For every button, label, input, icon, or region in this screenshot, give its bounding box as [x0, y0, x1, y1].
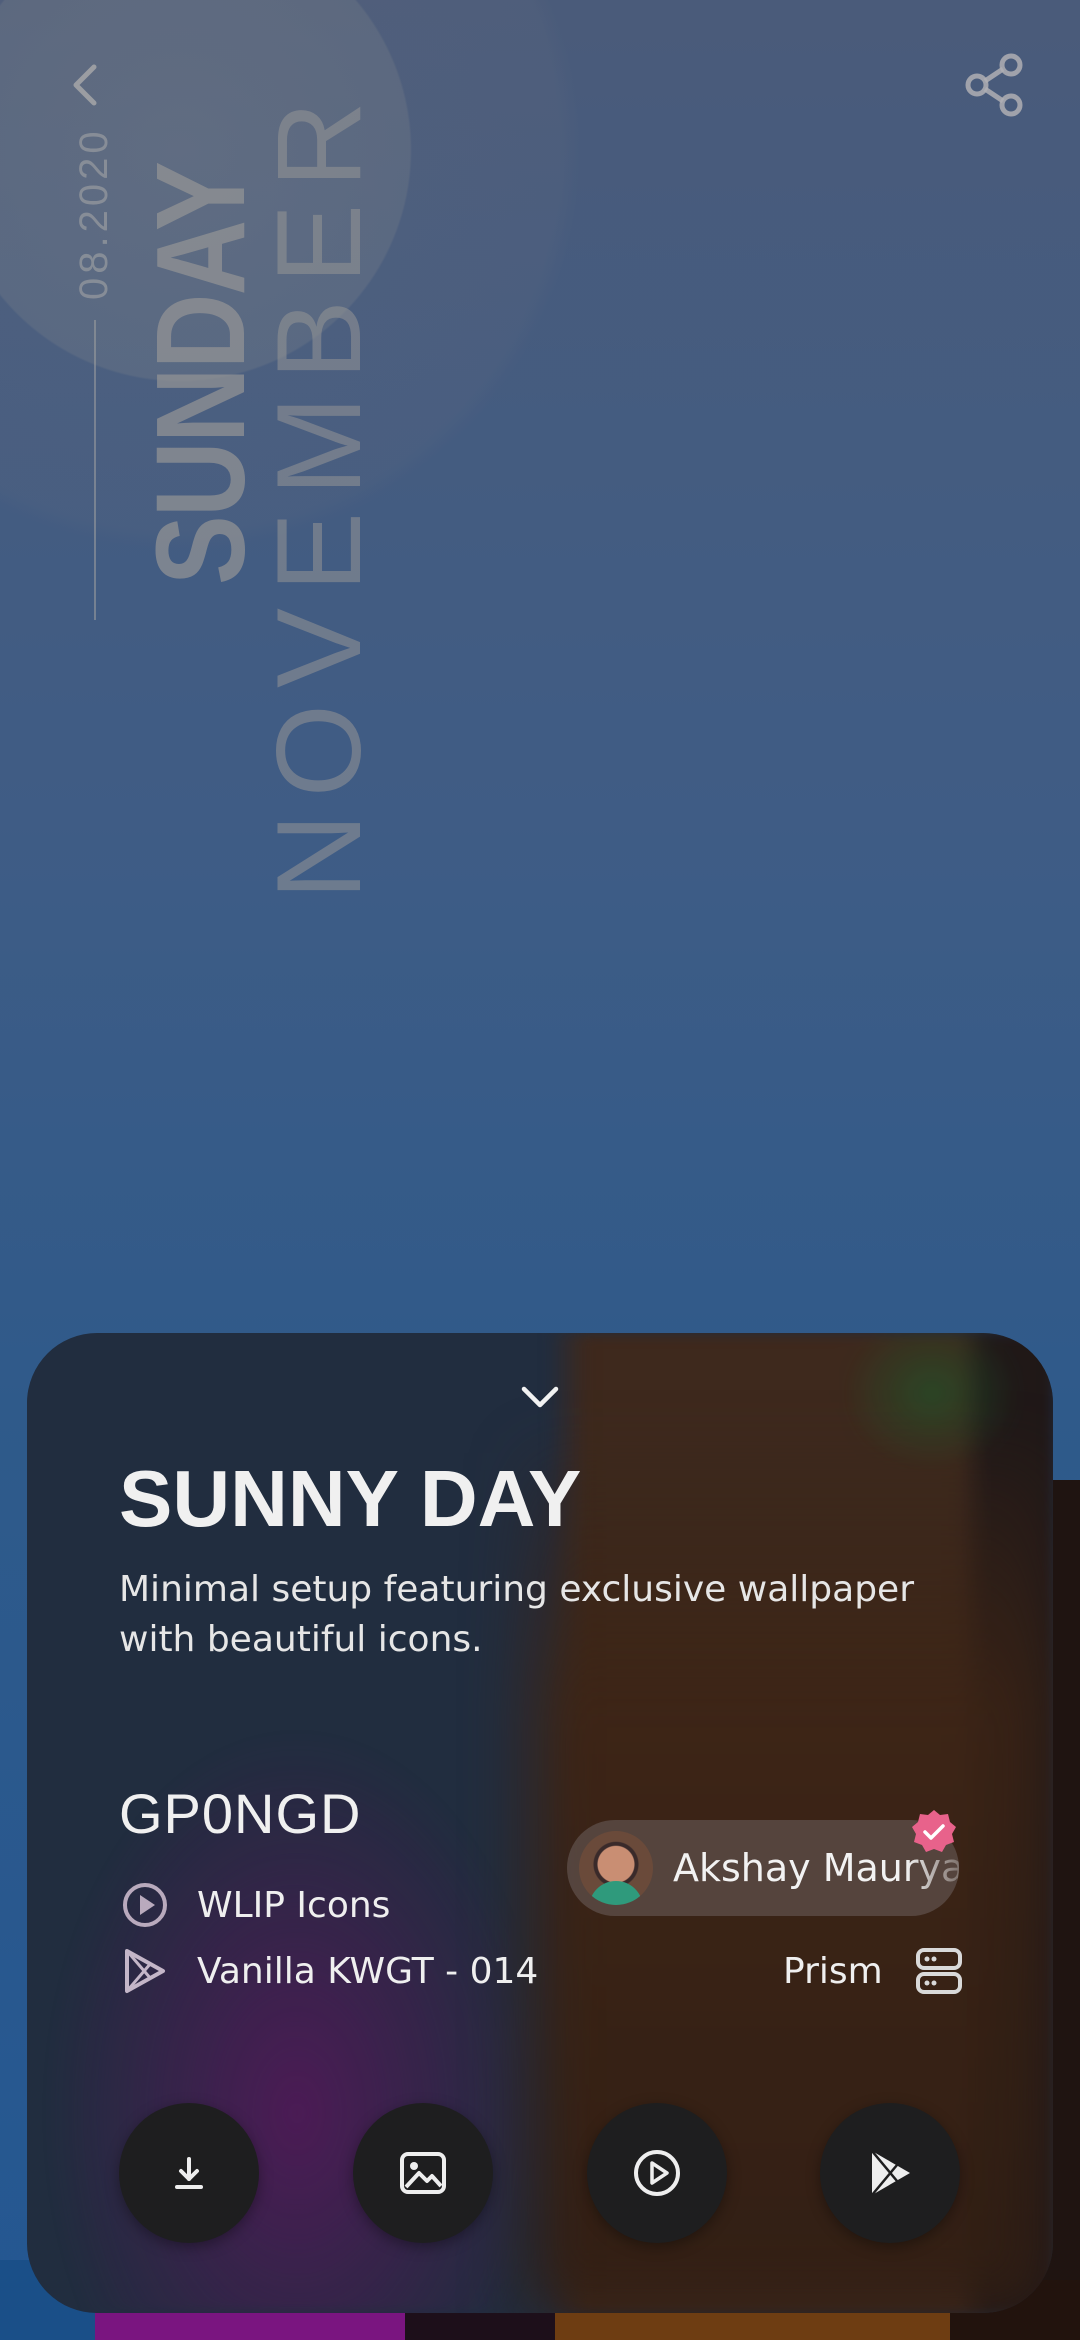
date-number: 08.2020 [72, 127, 116, 300]
play-circle-icon [634, 2150, 680, 2196]
source-label: Prism [783, 1950, 883, 1992]
play-store-icon [119, 1945, 171, 1997]
setup-description: Minimal setup featuring exclusive wallpa… [119, 1569, 914, 1660]
server-icon [913, 1945, 965, 1997]
widget-link[interactable]: Vanilla KWGT - 014 [119, 1945, 538, 1997]
author-chip[interactable]: Akshay Maurya [567, 1820, 959, 1916]
chevron-down-icon [521, 1386, 559, 1408]
setup-details-sheet: SUNNY DAY Minimal setup featuring exclus… [27, 1333, 1053, 2313]
setup-code: GP0NGD [119, 1782, 362, 1845]
share-button[interactable] [960, 50, 1030, 120]
icon-pack-link[interactable]: WLIP Icons [119, 1879, 390, 1931]
setup-title: SUNNY DAY [119, 1454, 582, 1543]
widget-label: Vanilla KWGT - 014 [197, 1950, 539, 1992]
apply-wallpaper-button[interactable] [353, 2103, 493, 2243]
date-divider [94, 320, 96, 620]
open-widget-button[interactable] [820, 2103, 960, 2243]
download-button[interactable] [119, 2103, 259, 2243]
share-icon [965, 53, 1023, 117]
verified-badge-icon [911, 1809, 957, 1855]
avatar [579, 1831, 653, 1905]
play-store-icon [871, 2150, 910, 2196]
play-circle-icon [119, 1879, 171, 1931]
source-info: Prism [783, 1945, 965, 1997]
open-icon-pack-button[interactable] [587, 2103, 727, 2243]
back-button[interactable] [60, 60, 110, 110]
icon-pack-label: WLIP Icons [197, 1884, 391, 1926]
download-icon [175, 2157, 203, 2189]
collapse-sheet-button[interactable] [512, 1377, 568, 1417]
chevron-left-icon [73, 64, 97, 106]
month-name: NOVEMBER [252, 85, 386, 900]
image-icon [400, 2152, 446, 2194]
